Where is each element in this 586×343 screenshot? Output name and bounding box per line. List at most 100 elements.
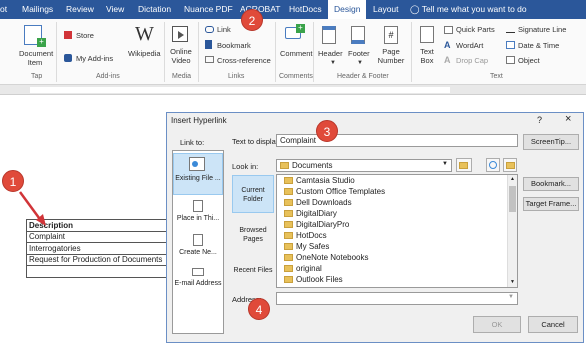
nav-current-folder[interactable]: Current Folder xyxy=(231,186,275,204)
text-box-button[interactable]: Text Box xyxy=(416,47,438,65)
table-cell[interactable] xyxy=(26,265,168,278)
new-comment-button[interactable]: Comment xyxy=(280,49,313,58)
folder-icon xyxy=(284,232,293,239)
list-item[interactable]: Custom Office Templates xyxy=(284,187,385,196)
screentip-button[interactable]: ScreenTip... xyxy=(523,134,579,150)
callout-badge-2: 2 xyxy=(241,9,263,31)
tab-design[interactable]: Design xyxy=(328,0,367,19)
wordart-button[interactable]: WordArt xyxy=(456,41,483,50)
list-item[interactable]: DigitalDiary xyxy=(284,209,337,218)
link-button[interactable]: Link xyxy=(217,25,231,34)
callout-badge-1: 1 xyxy=(2,170,24,192)
nav-browsed-pages[interactable]: Browsed Pages xyxy=(231,226,275,244)
callout-badge-3: 3 xyxy=(316,120,338,142)
link-option-existing-file[interactable]: Existing File ... xyxy=(173,174,223,183)
place-in-document-icon xyxy=(193,200,203,212)
open-folder-icon xyxy=(506,162,515,169)
browse-file-button[interactable] xyxy=(503,158,517,172)
up-folder-button[interactable] xyxy=(456,158,472,172)
tab-view[interactable]: View xyxy=(106,4,124,14)
folder-icon xyxy=(284,199,293,206)
quick-parts-button[interactable]: Quick Parts xyxy=(456,25,495,34)
tab-mailings[interactable]: Mailings xyxy=(22,4,53,14)
text-to-display-label: Text to display: xyxy=(232,137,282,146)
scroll-down-icon[interactable]: ▼ xyxy=(508,278,517,287)
footer-button[interactable]: Footer xyxy=(348,49,370,58)
tab-nuance-pdf[interactable]: Nuance PDF xyxy=(184,4,233,14)
date-time-icon xyxy=(506,41,515,49)
wordart-icon: A xyxy=(444,40,451,50)
online-video-button[interactable]: Online Video xyxy=(168,47,194,65)
link-option-create-new[interactable]: Create Ne... xyxy=(173,248,223,257)
browse-web-button[interactable] xyxy=(486,158,500,172)
online-video-icon xyxy=(172,26,188,42)
page-number-button[interactable]: Page Number xyxy=(376,47,406,65)
look-in-select[interactable]: Documents ▼ xyxy=(276,159,452,172)
tell-me-box[interactable]: ◯ Tell me what you want to do xyxy=(410,4,527,15)
help-button[interactable]: ? xyxy=(537,115,542,125)
header-button[interactable]: Header xyxy=(318,49,343,58)
table-row: Interrogatories xyxy=(26,242,168,255)
group-label-text: Text xyxy=(490,73,503,80)
date-time-button[interactable]: Date & Time xyxy=(518,41,559,50)
my-addins-icon xyxy=(64,54,72,62)
tab-dictation[interactable]: Dictation xyxy=(138,4,171,14)
quick-parts-icon xyxy=(444,26,453,34)
my-addins-button[interactable]: My Add-ins xyxy=(76,54,113,63)
signature-line-button[interactable]: Signature Line xyxy=(518,25,566,34)
text-to-display-input[interactable]: Complaint xyxy=(276,134,518,147)
list-item[interactable]: Dell Downloads xyxy=(284,198,352,207)
table-cell[interactable]: Complaint xyxy=(26,230,168,243)
cross-reference-button[interactable]: Cross-reference xyxy=(217,56,271,65)
list-item[interactable]: Outlook Files xyxy=(284,275,343,284)
object-button[interactable]: Object xyxy=(518,56,540,65)
look-in-label: Look in: xyxy=(232,162,259,171)
tab-layout[interactable]: Layout xyxy=(373,4,399,14)
bookmark-dialog-button[interactable]: Bookmark... xyxy=(523,177,579,191)
comment-icon: + xyxy=(285,24,305,39)
target-frame-button[interactable]: Target Frame... xyxy=(523,197,579,211)
list-item[interactable]: HotDocs xyxy=(284,231,327,240)
drop-cap-icon: A xyxy=(444,55,451,65)
nav-recent-files[interactable]: Recent Files xyxy=(231,266,275,275)
scrollbar-thumb[interactable] xyxy=(509,186,516,212)
list-item[interactable]: Camtasia Studio xyxy=(284,176,355,185)
tab-partial[interactable]: ot xyxy=(0,4,7,14)
cross-reference-icon xyxy=(205,56,214,63)
dialog-title: Insert Hyperlink xyxy=(171,116,227,125)
table-row xyxy=(26,265,168,278)
folder-icon xyxy=(284,243,293,250)
document-item-button[interactable]: Document Item xyxy=(19,49,53,67)
email-address-icon xyxy=(192,268,204,276)
globe-icon xyxy=(489,161,497,169)
link-option-place-in-document[interactable]: Place in Thi... xyxy=(173,214,223,223)
list-item[interactable]: original xyxy=(284,264,322,273)
store-button[interactable]: Store xyxy=(76,31,94,40)
ribbon-tab-bar: ot Mailings Review View Dictation Nuance… xyxy=(0,0,586,19)
link-option-email[interactable]: E-mail Address xyxy=(173,279,223,288)
lightbulb-icon: ◯ xyxy=(410,4,420,14)
ok-button[interactable]: OK xyxy=(473,316,521,333)
plus-icon: + xyxy=(37,38,46,47)
list-item[interactable]: My Safes xyxy=(284,242,329,251)
close-button[interactable]: × xyxy=(565,113,571,125)
up-folder-icon xyxy=(459,162,468,169)
file-list-scrollbar[interactable]: ▲ ▼ xyxy=(507,175,517,287)
footer-icon xyxy=(351,26,365,44)
table-cell[interactable]: Request for Production of Documents xyxy=(26,253,168,266)
object-icon xyxy=(506,56,515,64)
folder-icon xyxy=(284,188,293,195)
wikipedia-button[interactable]: Wikipedia xyxy=(128,49,161,58)
address-input[interactable]: ▼ xyxy=(276,292,518,305)
tab-review[interactable]: Review xyxy=(66,4,94,14)
scroll-up-icon[interactable]: ▲ xyxy=(508,175,517,184)
tab-hotdocs[interactable]: HotDocs xyxy=(289,4,322,14)
cancel-button[interactable]: Cancel xyxy=(528,316,578,333)
group-label-tap: Tap xyxy=(31,73,43,80)
document-item-icon: + xyxy=(24,25,46,47)
list-item[interactable]: OneNote Notebooks xyxy=(284,253,369,262)
list-item[interactable]: DigitalDiaryPro xyxy=(284,220,349,229)
table-cell[interactable]: Interrogatories xyxy=(26,242,168,255)
bookmark-button[interactable]: Bookmark xyxy=(217,41,251,50)
group-label-links: Links xyxy=(228,73,245,80)
